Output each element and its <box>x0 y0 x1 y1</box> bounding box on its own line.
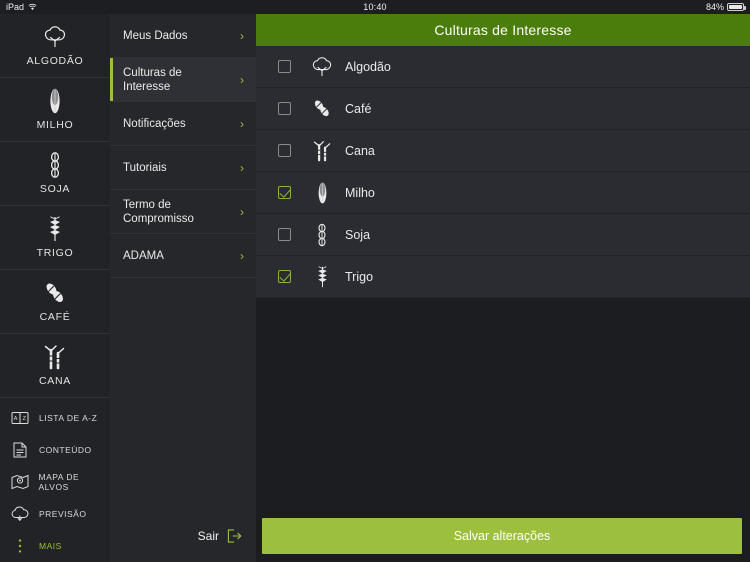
wheat-icon <box>307 265 337 289</box>
corn-icon <box>307 181 337 205</box>
save-button[interactable]: Salvar alterações <box>262 518 742 554</box>
sugarcane-icon <box>307 140 337 162</box>
menu-item-label: Meus Dados <box>123 29 188 42</box>
sidebar-link-label: PREVISÃO <box>39 509 87 519</box>
menu-item-tutoriais[interactable]: Tutoriais › <box>110 146 256 190</box>
table-row[interactable]: Trigo <box>256 256 750 298</box>
main-footer: Salvar alterações <box>256 510 750 562</box>
sidebar-link-label: MAPA DE ALVOS <box>38 472 80 492</box>
menu-item-label: Termo de Compromisso <box>123 198 194 225</box>
corn-icon <box>45 88 65 114</box>
page-title: Culturas de Interesse <box>434 22 572 38</box>
sidebar-item-label: CAFÉ <box>39 311 71 323</box>
menu-item-notificacoes[interactable]: Notificações › <box>110 102 256 146</box>
status-bar-right: 84% <box>705 2 746 12</box>
logout-button[interactable]: Sair <box>110 510 256 562</box>
crop-name: Milho <box>345 185 375 200</box>
menu-spacer <box>110 278 256 510</box>
crop-name: Café <box>345 101 372 116</box>
chevron-right-icon: › <box>240 28 244 43</box>
checkbox-soja[interactable] <box>278 228 291 241</box>
sidebar-item-mapa-de-alvos[interactable]: MAPA DE ALVOS <box>0 466 110 498</box>
svg-text:Z: Z <box>23 416 27 422</box>
soy-icon <box>307 223 337 247</box>
app-root: iPad 10:40 84% ALGODÃO MILHO SOJA TRIGO … <box>0 0 750 562</box>
cotton-icon <box>42 24 68 50</box>
chevron-right-icon: › <box>240 248 244 263</box>
menu-item-label: Tutoriais <box>123 161 167 174</box>
checkbox-cana[interactable] <box>278 144 291 157</box>
menu-item-adama[interactable]: ADAMA › <box>110 234 256 278</box>
crop-name: Trigo <box>345 269 374 284</box>
chevron-right-icon: › <box>240 72 244 87</box>
chevron-right-icon: › <box>240 116 244 131</box>
sidebar-item-algodao[interactable]: ALGODÃO <box>0 14 110 78</box>
main-panel: Culturas de Interesse Algodão Café Cana … <box>256 14 750 562</box>
sidebar-link-label: MAIS <box>39 541 62 551</box>
wheat-icon <box>45 216 65 242</box>
main-header: Culturas de Interesse <box>256 14 750 46</box>
svg-text:A: A <box>14 416 18 422</box>
table-row[interactable]: Café <box>256 88 750 130</box>
soy-icon <box>47 152 63 178</box>
az-book-icon: A Z <box>10 409 30 427</box>
sugarcane-icon <box>43 344 67 370</box>
menu-item-meus-dados[interactable]: Meus Dados › <box>110 14 256 58</box>
table-row[interactable]: Milho <box>256 172 750 214</box>
logout-label: Sair <box>197 529 219 543</box>
checkbox-milho[interactable] <box>278 186 291 199</box>
sidebar-link-label: LISTA DE A-Z <box>39 413 98 423</box>
logout-icon <box>227 529 242 543</box>
coffee-bean-icon <box>307 98 337 119</box>
sidebar-link-label: CONTEÚDO <box>39 445 92 455</box>
sidebar-item-label: SOJA <box>39 183 71 195</box>
checkbox-cafe[interactable] <box>278 102 291 115</box>
menu-item-termo-de-compromisso[interactable]: Termo de Compromisso › <box>110 190 256 234</box>
table-row[interactable]: Algodão <box>256 46 750 88</box>
sidebar-item-previsao[interactable]: PREVISÃO <box>0 498 110 530</box>
crops-checklist: Algodão Café Cana Milho Soja Trigo <box>256 46 750 510</box>
crop-name: Soja <box>345 227 371 242</box>
crop-name: Algodão <box>345 59 391 74</box>
checkbox-trigo[interactable] <box>278 270 291 283</box>
cloud-forecast-icon <box>10 505 30 523</box>
menu-item-culturas-de-interesse[interactable]: Culturas de Interesse › <box>110 58 256 102</box>
sidebar-item-trigo[interactable]: TRIGO <box>0 206 110 270</box>
sidebar-item-label: CANA <box>39 375 71 387</box>
table-row[interactable]: Soja <box>256 214 750 256</box>
sidebar-item-label: ALGODÃO <box>26 55 84 67</box>
sidebar-item-soja[interactable]: SOJA <box>0 142 110 206</box>
more-dots-icon <box>10 537 30 555</box>
cotton-icon <box>307 56 337 77</box>
settings-menu-panel: Meus Dados › Culturas de Interesse › Not… <box>110 14 256 562</box>
table-row[interactable]: Cana <box>256 130 750 172</box>
sidebar-item-cana[interactable]: CANA <box>0 334 110 398</box>
sidebar-item-conteudo[interactable]: CONTEÚDO <box>0 434 110 466</box>
clock: 10:40 <box>363 2 387 12</box>
coffee-bean-icon <box>42 280 68 306</box>
document-icon <box>10 441 30 459</box>
status-bar: iPad 10:40 84% <box>0 0 750 14</box>
sidebar-item-milho[interactable]: MILHO <box>0 78 110 142</box>
sidebar-item-lista-a-z[interactable]: A Z LISTA DE A-Z <box>0 402 110 434</box>
sidebar-item-cafe[interactable]: CAFÉ <box>0 270 110 334</box>
battery-percent: 84% <box>705 2 724 12</box>
chevron-right-icon: › <box>240 160 244 175</box>
content-columns: ALGODÃO MILHO SOJA TRIGO CAFÉ CANA A Z L… <box>0 14 750 562</box>
sidebar-item-label: MILHO <box>36 119 74 131</box>
target-map-icon <box>10 473 30 491</box>
chevron-right-icon: › <box>240 204 244 219</box>
sidebar-item-label: TRIGO <box>36 247 74 259</box>
menu-item-label: ADAMA <box>123 249 164 262</box>
checkbox-algodao[interactable] <box>278 60 291 73</box>
crop-name: Cana <box>345 143 375 158</box>
battery-icon <box>727 3 746 11</box>
sidebar-links: A Z LISTA DE A-Z CONTEÚDO MAPA DE ALVOS … <box>0 398 110 562</box>
sidebar-item-mais[interactable]: MAIS <box>0 530 110 562</box>
menu-item-label: Notificações <box>123 117 186 130</box>
menu-item-label: Culturas de Interesse <box>123 66 182 93</box>
crop-sidebar: ALGODÃO MILHO SOJA TRIGO CAFÉ CANA A Z L… <box>0 14 110 562</box>
